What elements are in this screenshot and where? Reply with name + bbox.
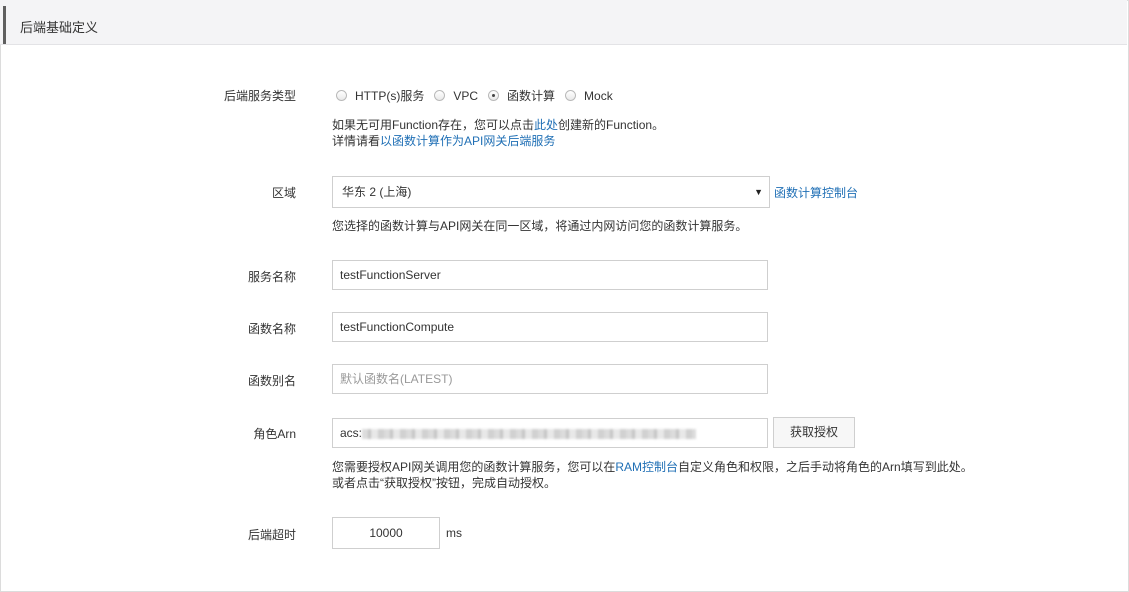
- radio-http-service[interactable]: HTTP(s)服务: [336, 87, 424, 104]
- create-function-link[interactable]: 此处: [534, 118, 558, 132]
- fc-as-backend-doc-link[interactable]: 以函数计算作为API网关后端服务: [380, 134, 555, 148]
- section-accent-bar: [3, 6, 6, 44]
- caret-down-icon: ▼: [754, 187, 763, 197]
- function-name-label: 函数名称: [247, 322, 296, 336]
- help-text: 您需要授权API网关调用您的函数计算服务，您可以在: [332, 460, 616, 474]
- region-label: 区域: [271, 186, 296, 200]
- region-selected-value: 华东 2 (上海): [342, 185, 412, 199]
- help-text: 创建新的Function。: [558, 118, 665, 132]
- radio-label: Mock: [584, 88, 613, 103]
- function-alias-input[interactable]: 默认函数名(LATEST): [332, 364, 768, 394]
- region-select[interactable]: 华东 2 (上海) ▼: [332, 176, 770, 208]
- radio-selected-icon[interactable]: [488, 90, 500, 101]
- radio-circle-icon[interactable]: [565, 90, 577, 101]
- help-text: 如果无可用Function存在，您可以点击: [332, 118, 535, 132]
- radio-mock[interactable]: Mock: [565, 89, 613, 103]
- radio-label: HTTP(s)服务: [355, 89, 425, 103]
- backend-type-help: 如果无可用Function存在，您可以点击此处创建新的Function。 详情请…: [332, 117, 664, 149]
- help-text: 详情请看: [332, 134, 381, 148]
- radio-vpc[interactable]: VPC: [434, 89, 478, 103]
- backend-type-radio-group: HTTP(s)服务 VPC 函数计算 Mock: [336, 87, 623, 104]
- service-name-input[interactable]: testFunctionServer: [332, 260, 768, 290]
- backend-type-label: 后端服务类型: [223, 89, 296, 103]
- redacted-arn-mask: [362, 429, 696, 439]
- radio-function-compute[interactable]: 函数计算: [488, 87, 555, 104]
- role-arn-label: 角色Arn: [253, 427, 296, 441]
- timeout-input[interactable]: 10000: [332, 517, 440, 549]
- fc-console-link[interactable]: 函数计算控制台: [774, 184, 858, 201]
- timeout-unit: ms: [446, 526, 462, 540]
- role-arn-help: 您需要授权API网关调用您的函数计算服务，您可以在RAM控制台自定义角色和权限，…: [332, 459, 973, 491]
- service-name-label: 服务名称: [247, 270, 296, 284]
- section-header: 后端基础定义: [0, 0, 1127, 45]
- help-text: 自定义角色和权限，之后手动将角色的Arn填写到此处。: [678, 460, 973, 474]
- function-alias-label: 函数别名: [247, 374, 296, 388]
- section-title: 后端基础定义: [20, 20, 99, 35]
- radio-label: VPC: [453, 88, 479, 103]
- role-arn-value-prefix: acs:: [340, 426, 363, 440]
- region-help: 您选择的函数计算与API网关在同一区域，将通过内网访问您的函数计算服务。: [332, 219, 748, 233]
- radio-circle-icon[interactable]: [434, 90, 446, 101]
- radio-label: 函数计算: [507, 89, 556, 103]
- get-authorization-button[interactable]: 获取授权: [773, 417, 855, 448]
- help-text: 或者点击“获取授权”按钮，完成自动授权。: [332, 476, 556, 490]
- function-name-input[interactable]: testFunctionCompute: [332, 312, 768, 342]
- ram-console-link[interactable]: RAM控制台: [615, 460, 678, 474]
- timeout-label: 后端超时: [247, 528, 296, 542]
- radio-circle-icon[interactable]: [336, 90, 347, 101]
